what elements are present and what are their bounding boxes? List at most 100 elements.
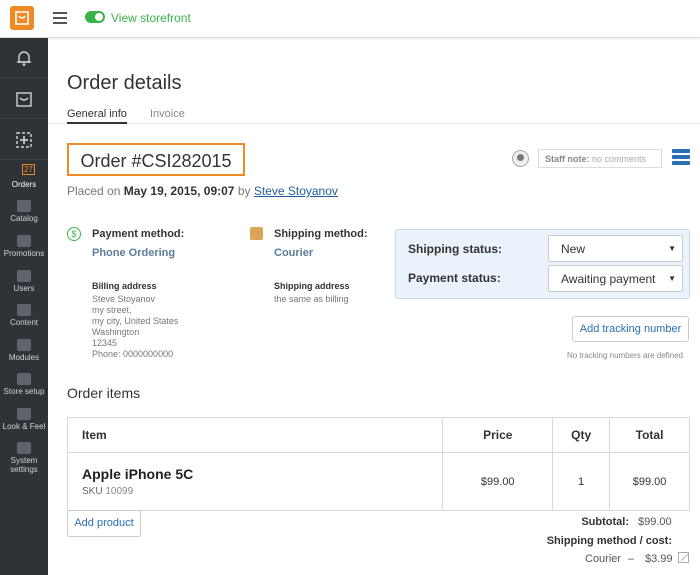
sidebar-item-label: Promotions xyxy=(3,249,45,258)
column-header-price: Price xyxy=(442,417,554,453)
product-name[interactable]: Apple iPhone 5C xyxy=(82,466,442,482)
billing-line: my city, United States xyxy=(92,316,179,326)
sidebar-item-label: Orders xyxy=(11,180,37,189)
storefront-toggle[interactable] xyxy=(85,11,105,23)
chevron-down-icon: ▼ xyxy=(668,244,676,253)
image-icon xyxy=(17,408,31,420)
shipping-method-label: Shipping method: xyxy=(274,228,368,240)
add-button[interactable] xyxy=(0,120,48,160)
add-icon xyxy=(16,132,32,148)
order-title: Order #CSI282015 xyxy=(80,151,232,171)
box-icon xyxy=(250,227,263,240)
payment-status-select[interactable]: Awaiting payment ▼ xyxy=(548,265,683,292)
page-title: Order details xyxy=(67,72,182,94)
billing-line: my street, xyxy=(92,305,132,315)
billing-line: 12345 xyxy=(92,338,118,348)
store-icon xyxy=(16,92,32,107)
view-storefront-link[interactable]: View storefront xyxy=(111,11,191,25)
notifications-button[interactable] xyxy=(0,38,48,78)
shipping-status-select[interactable]: New ▼ xyxy=(548,235,683,262)
qty-cell: 1 xyxy=(552,452,611,511)
sidebar-item-label: Store setup xyxy=(3,387,45,396)
menu-toggle-icon[interactable] xyxy=(53,12,67,24)
table-row: Apple iPhone 5C SKU 10099 $99.00 1 $99.0… xyxy=(66,452,690,511)
shipping-status-label: Shipping status: xyxy=(408,242,502,256)
tab-bar: General info Invoice xyxy=(48,108,700,124)
store-logo-icon[interactable] xyxy=(10,6,34,30)
column-header-qty: Qty xyxy=(552,417,611,453)
shipping-status-value: New xyxy=(561,242,586,256)
price-cell: $99.00 xyxy=(442,452,554,511)
content-icon xyxy=(17,304,31,316)
actions-menu-icon[interactable] xyxy=(672,149,690,167)
store-setup-icon xyxy=(17,373,31,385)
subtotal-value: $99.00 xyxy=(638,516,672,528)
billing-line: Phone: 0000000000 xyxy=(92,349,174,359)
sidebar-item-modules[interactable]: Modules xyxy=(0,336,48,371)
top-bar: View storefront xyxy=(0,0,700,38)
storefront-button[interactable] xyxy=(0,79,48,119)
staff-note-field[interactable]: Staff note: no comments xyxy=(538,149,662,168)
customer-link[interactable]: Steve Stoyanov xyxy=(254,184,338,198)
orders-icon: 27 xyxy=(16,164,35,178)
item-cell: Apple iPhone 5C SKU 10099 xyxy=(66,452,444,511)
sidebar: 27 Orders Catalog Promotions Users Conte… xyxy=(0,38,48,575)
billing-address-title: Billing address xyxy=(92,281,157,291)
shipping-separator: – xyxy=(628,553,635,565)
tab-general-info[interactable]: General info xyxy=(67,108,127,124)
users-icon xyxy=(17,270,31,282)
bell-icon xyxy=(17,51,31,66)
shipping-address-value: the same as billing xyxy=(274,294,349,304)
sku-label: SKU xyxy=(82,486,103,497)
order-items-table: Item Price Qty Total Apple iPhone 5C SKU… xyxy=(66,417,690,511)
payment-status-label: Payment status: xyxy=(408,271,501,285)
sidebar-item-look-feel[interactable]: Look & Feel xyxy=(0,405,48,440)
sidebar-item-store-setup[interactable]: Store setup xyxy=(0,370,48,405)
sku-value: 10099 xyxy=(105,486,134,497)
main-content: Order details General info Invoice Order… xyxy=(48,38,700,575)
column-header-item: Item xyxy=(66,417,444,453)
billing-address: Steve Stoyanov my street, my city, Unite… xyxy=(92,294,178,360)
billing-line: Washington xyxy=(92,327,140,337)
sidebar-item-orders[interactable]: 27 Orders xyxy=(0,162,48,197)
subtotal-label: Subtotal: xyxy=(581,516,629,528)
staff-note-value: no comments xyxy=(592,154,647,164)
sidebar-item-label: Modules xyxy=(8,353,40,362)
payment-method-label: Payment method: xyxy=(92,228,185,240)
chevron-down-icon: ▼ xyxy=(664,274,676,283)
product-sku: SKU 10099 xyxy=(82,486,442,497)
tag-icon xyxy=(17,200,31,212)
add-product-button[interactable]: Add product xyxy=(67,510,141,537)
payment-status-value: Awaiting payment xyxy=(561,272,656,286)
tab-invoice[interactable]: Invoice xyxy=(150,108,185,122)
sidebar-item-label: Users xyxy=(13,284,35,293)
order-number-highlight: Order #CSI282015 xyxy=(67,143,245,176)
billing-line: Steve Stoyanov xyxy=(92,294,156,304)
order-placed-info: Placed on May 19, 2015, 09:07 by Steve S… xyxy=(67,184,338,198)
column-header-total: Total xyxy=(609,417,690,453)
table-header-row: Item Price Qty Total xyxy=(66,417,690,453)
sidebar-item-catalog[interactable]: Catalog xyxy=(0,197,48,232)
gift-icon xyxy=(17,235,31,247)
payment-method-value: Phone Ordering xyxy=(92,247,176,259)
edit-icon[interactable] xyxy=(678,552,689,563)
sidebar-item-label: Content xyxy=(9,318,39,327)
sidebar-item-users[interactable]: Users xyxy=(0,267,48,302)
orders-count-badge: 27 xyxy=(22,164,35,175)
sidebar-item-content[interactable]: Content xyxy=(0,301,48,336)
sidebar-item-label: Catalog xyxy=(10,214,38,223)
add-tracking-number-button[interactable]: Add tracking number xyxy=(572,316,689,342)
shipping-method-summary: Courier xyxy=(585,553,622,565)
sidebar-item-promotions[interactable]: Promotions xyxy=(0,232,48,267)
puzzle-icon xyxy=(17,339,31,351)
placed-prefix: Placed on xyxy=(67,184,121,198)
order-items-title: Order items xyxy=(67,385,141,401)
shipping-address-title: Shipping address xyxy=(274,281,350,291)
sidebar-item-system-settings[interactable]: System settings xyxy=(0,439,48,479)
staff-note-label: Staff note: xyxy=(545,154,590,164)
shipping-method-value: Courier xyxy=(274,247,314,259)
dollar-icon: $ xyxy=(67,227,81,241)
sidebar-item-label: Look & Feel xyxy=(2,422,46,431)
placed-by: by xyxy=(237,184,251,198)
status-panel: Shipping status: New ▼ Payment status: A… xyxy=(395,229,690,299)
